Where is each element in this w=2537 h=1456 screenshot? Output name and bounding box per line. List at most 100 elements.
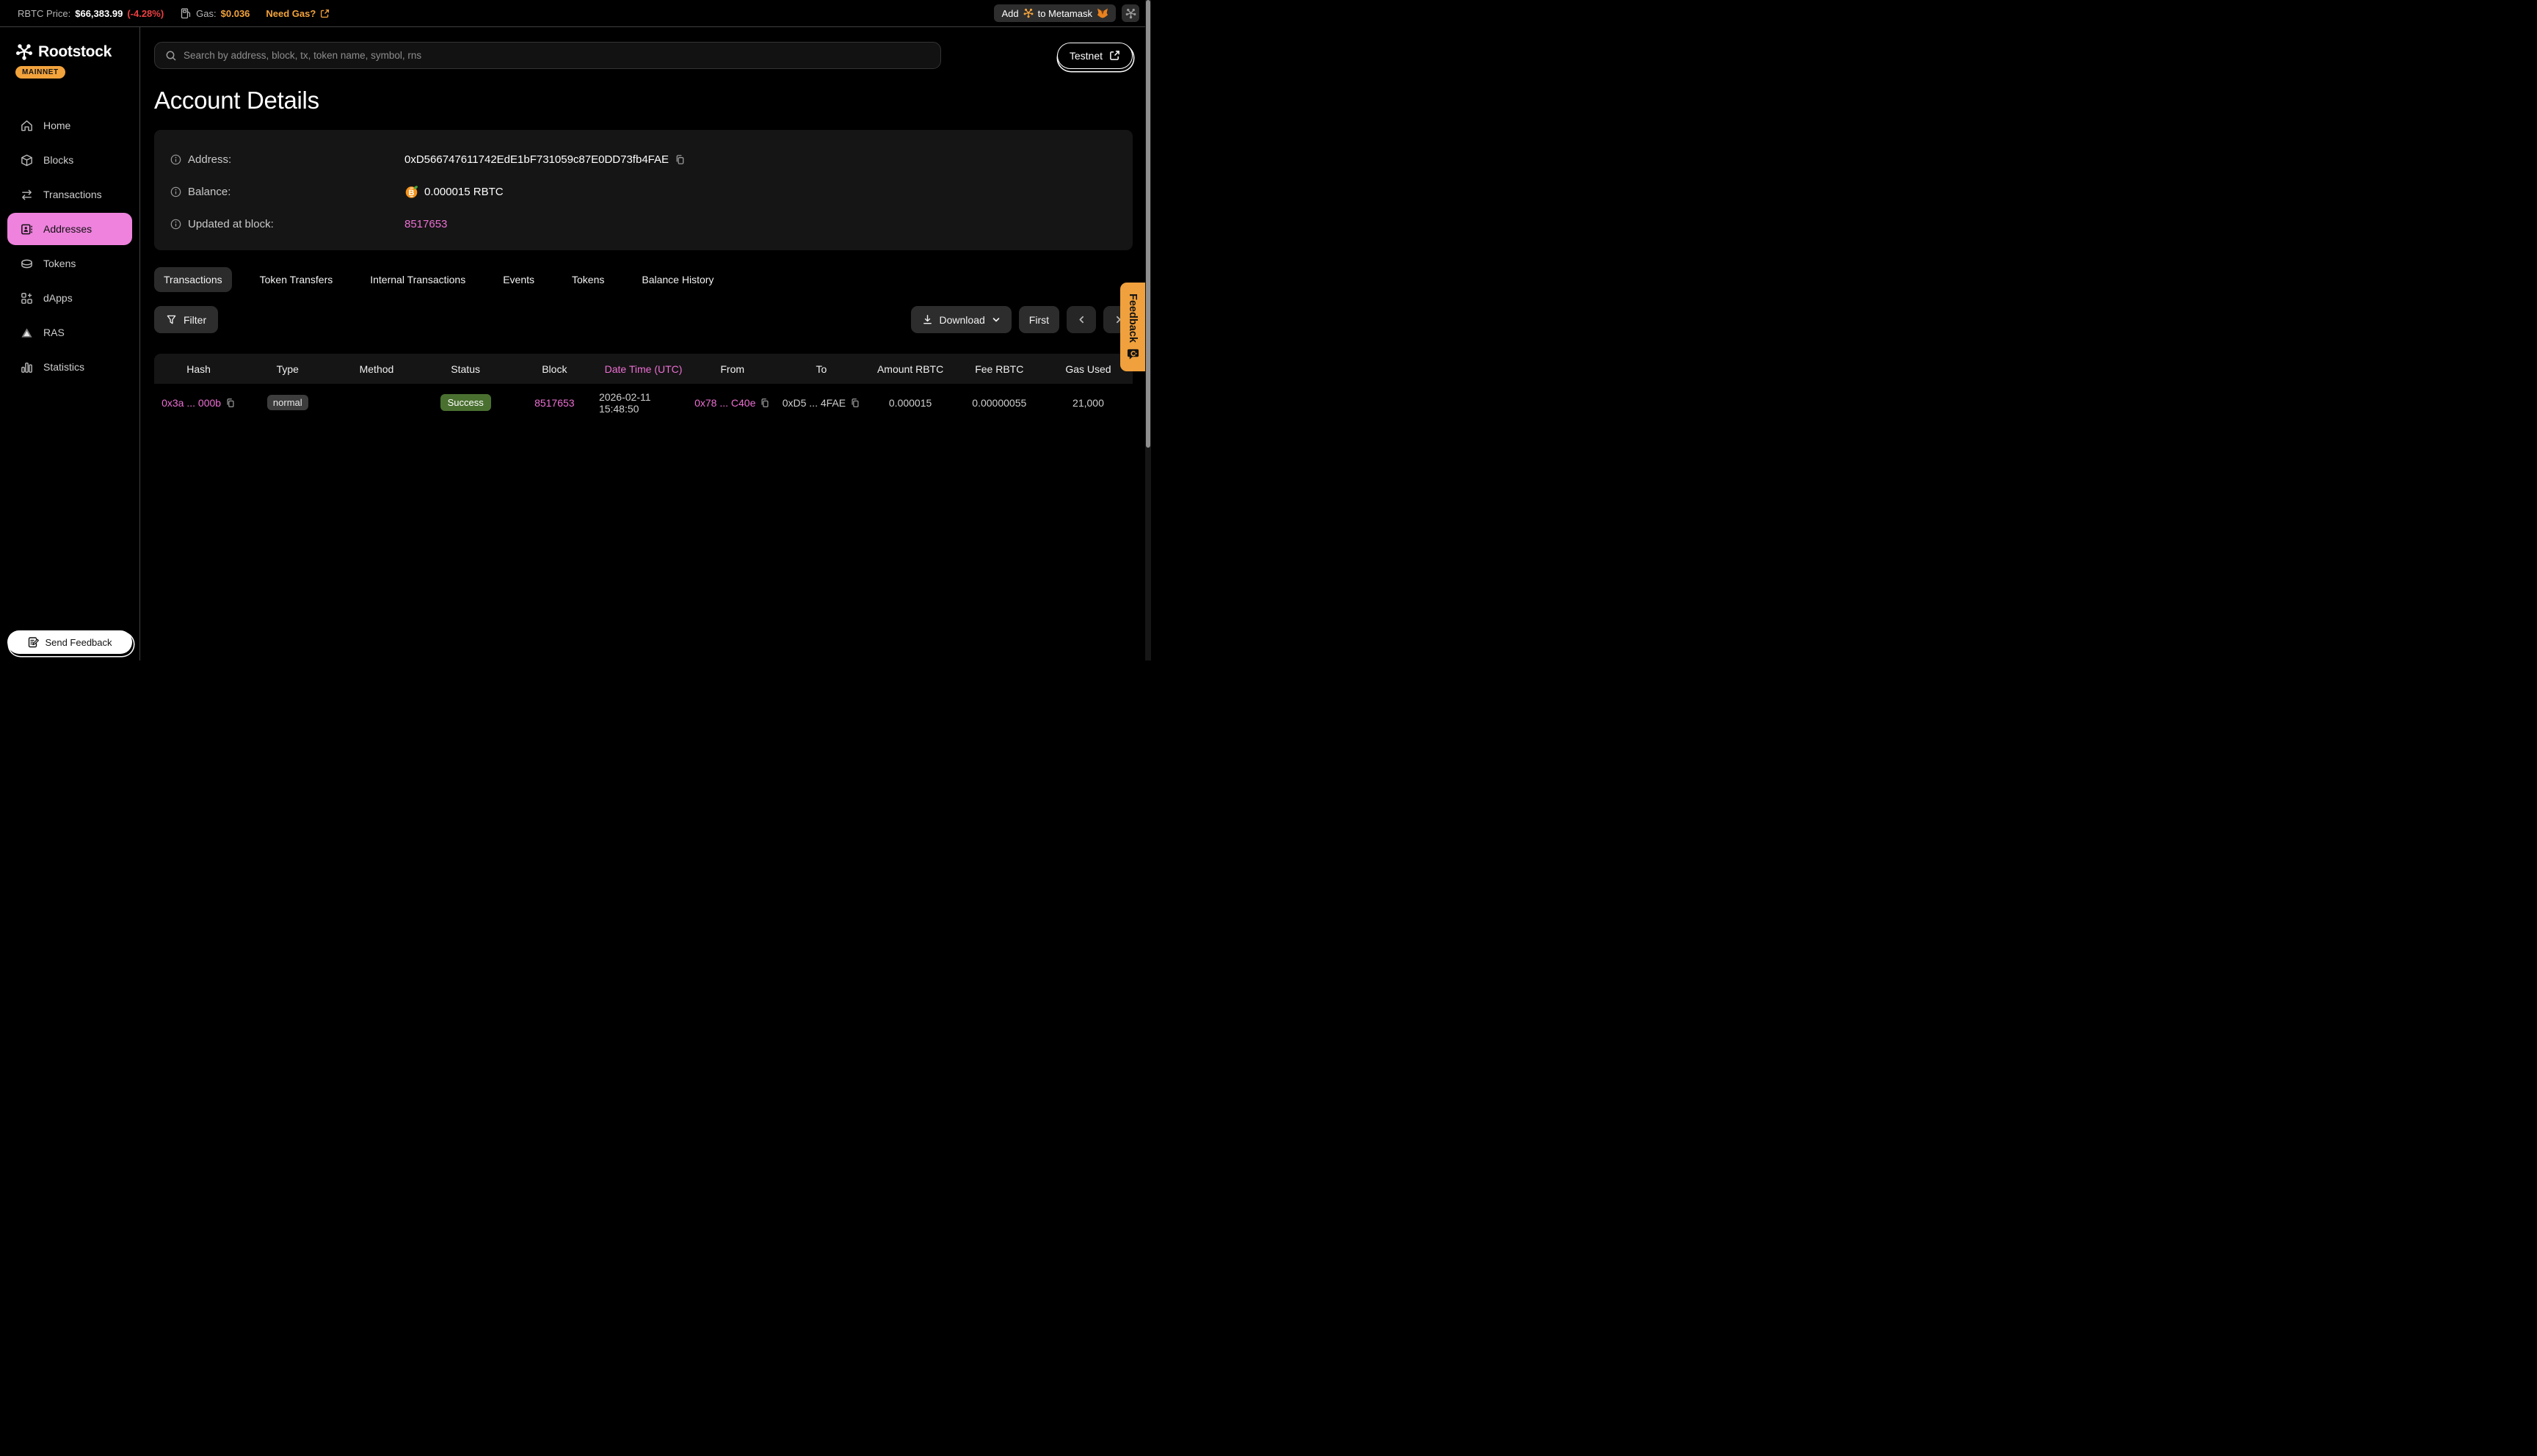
chat-bubble-icon — [1127, 348, 1139, 360]
sidebar-item-label: Tokens — [43, 258, 76, 269]
feedback-side-tab[interactable]: Feedback — [1120, 283, 1145, 371]
tab-token-transfers[interactable]: Token Transfers — [250, 267, 343, 292]
cell-amount: 0.000015 — [866, 397, 955, 409]
sidebar-item-tokens[interactable]: Tokens — [7, 247, 132, 280]
gas-pump-icon — [180, 7, 192, 19]
table-header: Hash Type Method Status Block Date Time … — [154, 354, 1133, 384]
address-value: 0xD566747611742EdE1bF731059c87E0DD73fb4F… — [404, 153, 669, 166]
rbtc-price-label: RBTC Price: — [18, 8, 70, 19]
chevron-left-icon — [1077, 315, 1086, 324]
cell-status: Success — [421, 394, 510, 411]
tab-transactions[interactable]: Transactions — [154, 267, 232, 292]
tab-balance-history[interactable]: Balance History — [632, 267, 723, 292]
updated-block-label: Updated at block: — [188, 218, 274, 230]
block-link[interactable]: 8517653 — [534, 397, 575, 409]
scrollbar-thumb[interactable] — [1146, 0, 1150, 448]
send-feedback-button[interactable]: Send Feedback — [7, 630, 132, 654]
gas-group: Gas: $0.036 — [180, 7, 250, 19]
search-box[interactable] — [154, 42, 941, 69]
column-header-datetime[interactable]: Date Time (UTC) — [599, 363, 688, 375]
tab-bar: Transactions Token Transfers Internal Tr… — [154, 267, 1133, 292]
testnet-switch-button[interactable]: Testnet — [1057, 43, 1133, 69]
cell-to: 0xD5 ... 4FAE — [777, 397, 865, 409]
column-header-from[interactable]: From — [688, 363, 777, 375]
feedback-tab-label: Feedback — [1127, 294, 1139, 343]
column-header-gas-used[interactable]: Gas Used — [1044, 363, 1133, 375]
add-to-metamask-suffix: to Metamask — [1038, 8, 1092, 19]
sidebar-item-label: Blocks — [43, 154, 73, 166]
brand-name: Rootstock — [38, 43, 112, 61]
table-toolbar: Filter Download First — [154, 306, 1133, 333]
sidebar-item-addresses[interactable]: Addresses — [7, 213, 132, 245]
page-title: Account Details — [154, 87, 1133, 114]
column-header-to[interactable]: To — [777, 363, 865, 375]
first-page-label: First — [1029, 314, 1049, 326]
copy-icon[interactable] — [850, 398, 860, 408]
updated-block-value-group: 8517653 — [404, 218, 447, 230]
download-button[interactable]: Download — [911, 306, 1012, 333]
tx-hash-link[interactable]: 0x3a ... 000b — [161, 397, 221, 409]
bar-chart-icon — [20, 360, 34, 374]
rootstock-token-button[interactable] — [1122, 4, 1139, 22]
toolbar-right-group: Download First — [911, 306, 1133, 333]
column-header-method[interactable]: Method — [332, 363, 421, 375]
column-header-status[interactable]: Status — [421, 363, 510, 375]
search-icon — [165, 50, 177, 62]
datetime-value: 2026-02-11 15:48:50 — [599, 391, 688, 415]
cell-from: 0x78 ... C40e — [688, 397, 777, 409]
topbar-right-group: Add to Metamask — [994, 4, 1139, 22]
copy-icon[interactable] — [760, 398, 770, 408]
from-address-link[interactable]: 0x78 ... C40e — [694, 397, 755, 409]
rootstock-logo-icon — [15, 43, 33, 61]
sidebar-item-label: Transactions — [43, 189, 102, 200]
page-scrollbar[interactable] — [1145, 0, 1151, 660]
gas-label: Gas: — [196, 8, 216, 19]
cell-datetime: 2026-02-11 15:48:50 — [599, 391, 688, 415]
sidebar-item-home[interactable]: Home — [7, 109, 132, 142]
column-header-hash[interactable]: Hash — [154, 363, 243, 375]
column-header-amount[interactable]: Amount RBTC — [866, 363, 955, 375]
rbtc-price-group: RBTC Price: $66,383.99 (-4.28%) — [18, 8, 164, 19]
need-gas-label: Need Gas? — [266, 8, 316, 19]
copy-icon[interactable] — [225, 398, 236, 408]
tab-events[interactable]: Events — [493, 267, 544, 292]
add-to-metamask-prefix: Add — [1001, 8, 1018, 19]
rbtc-coin-icon — [404, 185, 418, 199]
sidebar-item-dapps[interactable]: dApps — [7, 282, 132, 314]
tab-internal-transactions[interactable]: Internal Transactions — [360, 267, 475, 292]
add-to-metamask-button[interactable]: Add to Metamask — [994, 4, 1116, 22]
testnet-label: Testnet — [1070, 50, 1103, 62]
send-feedback-label: Send Feedback — [45, 637, 112, 648]
copy-icon[interactable] — [675, 154, 686, 165]
coin-icon — [20, 257, 34, 271]
need-gas-link[interactable]: Need Gas? — [266, 8, 330, 19]
sidebar-item-label: Statistics — [43, 361, 84, 373]
sidebar-item-label: RAS — [43, 327, 65, 338]
sidebar-item-blocks[interactable]: Blocks — [7, 144, 132, 176]
search-input[interactable] — [184, 50, 930, 61]
updated-block-label-group: Updated at block: — [170, 218, 404, 230]
sidebar: Rootstock MAINNET Home Blocks Transactio… — [0, 27, 140, 660]
address-value-group: 0xD566747611742EdE1bF731059c87E0DD73fb4F… — [404, 153, 686, 166]
column-header-fee[interactable]: Fee RBTC — [955, 363, 1044, 375]
status-badge: Success — [440, 394, 491, 411]
updated-block-link[interactable]: 8517653 — [404, 218, 447, 230]
filter-button[interactable]: Filter — [154, 306, 218, 333]
external-link-icon — [1109, 50, 1120, 61]
sidebar-item-statistics[interactable]: Statistics — [7, 351, 132, 383]
funnel-icon — [166, 314, 177, 325]
column-header-block[interactable]: Block — [510, 363, 599, 375]
header-row: Testnet — [154, 42, 1133, 69]
sidebar-item-transactions[interactable]: Transactions — [7, 178, 132, 211]
fee-value: 0.00000055 — [972, 397, 1026, 409]
tab-tokens[interactable]: Tokens — [562, 267, 614, 292]
brand-logo[interactable]: Rootstock — [0, 27, 139, 61]
triangle-icon — [20, 326, 34, 340]
sidebar-item-ras[interactable]: RAS — [7, 316, 132, 349]
column-header-type[interactable]: Type — [243, 363, 332, 375]
sidebar-item-label: dApps — [43, 292, 73, 304]
contact-card-icon — [20, 222, 34, 236]
cube-icon — [20, 153, 34, 167]
first-page-button[interactable]: First — [1019, 306, 1059, 333]
previous-page-button[interactable] — [1067, 306, 1096, 333]
